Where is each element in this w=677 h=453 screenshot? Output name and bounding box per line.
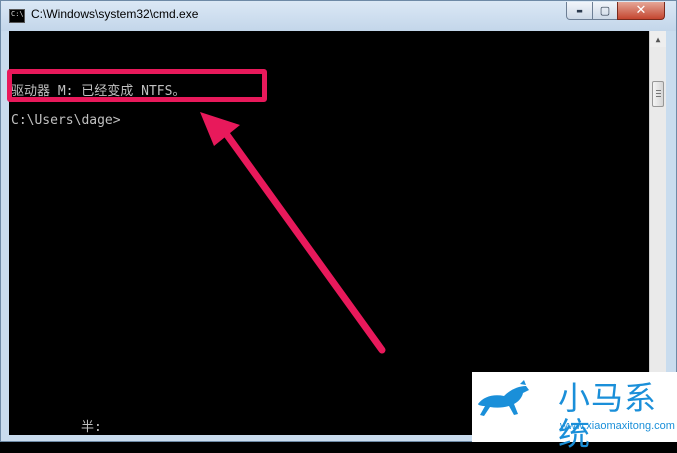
logo-name: 小马系统 — [558, 379, 658, 453]
site-logo: 小马系统 www.xiaomaxitong.com — [472, 372, 677, 452]
horse-logo-icon — [478, 380, 529, 416]
logo-url: www.xiaomaxitong.com — [560, 420, 675, 432]
